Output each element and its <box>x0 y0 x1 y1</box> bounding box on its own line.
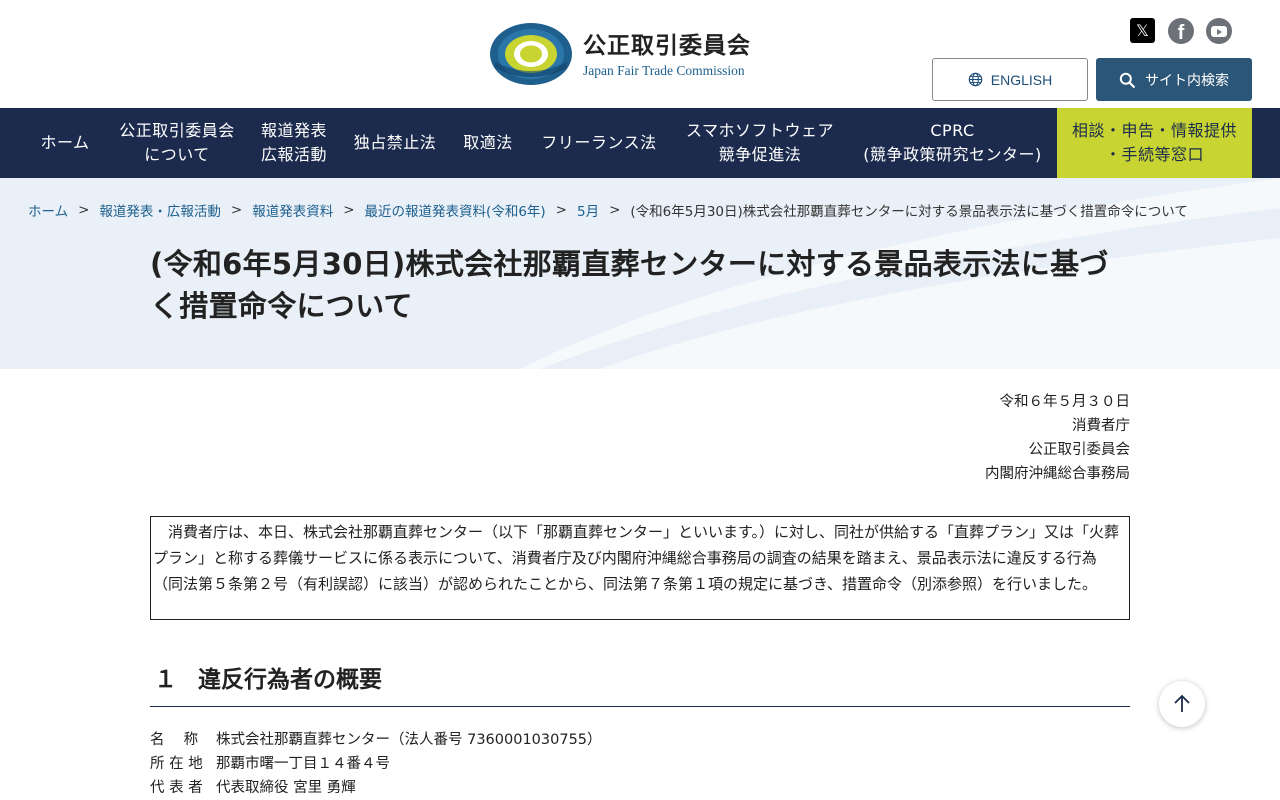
globe-icon <box>968 72 983 87</box>
detail-row: 代 表 者 代表取締役 宮里 勇輝 <box>150 776 602 800</box>
nav-item-antimonopoly[interactable]: 独占禁止法 <box>340 108 450 178</box>
site-search-button[interactable]: サイト内検索 <box>1096 58 1252 101</box>
breadcrumb-current: (令和6年5月30日)株式会社那覇直葬センターに対する景品表示法に基づく措置命令… <box>630 204 1188 220</box>
detail-row: 所 在 地 那覇市曙一丁目１４番４号 <box>150 752 602 776</box>
nav-label: 公正取引委員会 <box>119 121 235 140</box>
nav-label: ホーム <box>40 133 90 152</box>
arrow-up-icon <box>1174 694 1190 712</box>
breadcrumb-link[interactable]: 5月 <box>577 200 599 220</box>
detail-label: 名 称 <box>150 732 199 748</box>
nav-item-smartphone[interactable]: スマホソフトウェア 競争促進法 <box>672 108 848 178</box>
logo-english-name: Japan Fair Trade Commission <box>583 63 745 78</box>
global-nav: ホーム 公正取引委員会 について 報道発表広報活動 独占禁止法 取適法 フリーラン… <box>0 108 1280 178</box>
nav-label: CPRC <box>930 121 975 140</box>
nav-item-about[interactable]: 公正取引委員会 について <box>106 108 248 178</box>
detail-label: 代 表 者 <box>150 780 203 796</box>
breadcrumb-link[interactable]: ホーム <box>28 200 68 220</box>
nav-label: 独占禁止法 <box>353 133 437 152</box>
detail-row: 名 称 株式会社那覇直葬センター（法人番号 7360001030755） <box>150 728 602 752</box>
summary-box: 消費者庁は、本日、株式会社那覇直葬センター（以下「那覇直葬センター」といいます。… <box>150 516 1130 620</box>
nav-item-consultation[interactable]: 相談・申告・情報提供 ・手続等窓口 <box>1057 108 1252 178</box>
detail-value: 株式会社那覇直葬センター（法人番号 7360001030755） <box>216 732 602 748</box>
nav-label: 競争促進法 <box>718 145 802 164</box>
english-label: ENGLISH <box>990 71 1053 88</box>
detail-label: 所 在 地 <box>150 756 203 772</box>
page-title-line1: (令和6年5月30日)株式会社那覇直葬センターに対する景品表示法に基づ <box>150 247 1109 281</box>
page-title: (令和6年5月30日)株式会社那覇直葬センターに対する景品表示法に基づ く措置命… <box>150 243 1130 327</box>
nav-item-torihiki[interactable]: 取適法 <box>450 108 526 178</box>
nav-label: 取適法 <box>463 133 513 152</box>
release-date: 令和６年５月３０日 <box>999 394 1131 410</box>
breadcrumb-link[interactable]: 報道発表資料 <box>252 200 333 220</box>
breadcrumb-separator: > <box>230 202 243 218</box>
x-twitter-icon[interactable]: 𝕏 <box>1130 18 1155 43</box>
jftc-emblem-icon <box>489 22 573 86</box>
english-button[interactable]: ENGLISH <box>932 58 1088 101</box>
violator-details: 名 称 株式会社那覇直葬センター（法人番号 7360001030755） 所 在… <box>150 728 602 800</box>
breadcrumb-link[interactable]: 最近の報道発表資料(令和6年) <box>365 200 546 220</box>
issuer-block: 令和６年５月３０日 消費者庁 公正取引委員会 内閣府沖縄総合事務局 <box>840 390 1130 486</box>
breadcrumb-separator: > <box>78 202 90 218</box>
site-header: 公正取引委員会 Japan Fair Trade Commission 𝕏 f … <box>0 0 1280 108</box>
search-label: サイト内検索 <box>1145 72 1229 89</box>
nav-item-home[interactable]: ホーム <box>25 108 105 178</box>
issuer-agency: 消費者庁 <box>1072 418 1130 434</box>
breadcrumb: ホーム > 報道発表・広報活動 > 報道発表資料 > 最近の報道発表資料(令和6… <box>28 200 1188 220</box>
section-number: １ <box>154 667 177 693</box>
site-logo[interactable]: 公正取引委員会 Japan Fair Trade Commission <box>489 22 751 86</box>
section-title: 違反行為者の概要 <box>198 667 382 693</box>
back-to-top-button[interactable] <box>1159 681 1205 727</box>
nav-item-cprc[interactable]: CPRC (競争政策研究センター) <box>848 108 1057 178</box>
nav-label: 相談・申告・情報提供 <box>1071 121 1237 140</box>
facebook-icon[interactable]: f <box>1168 18 1194 44</box>
breadcrumb-separator: > <box>609 202 621 218</box>
breadcrumb-link[interactable]: 報道発表・広報活動 <box>99 200 221 220</box>
section-heading: １ 違反行為者の概要 <box>150 664 1130 707</box>
nav-label: 広報活動 <box>260 145 327 164</box>
breadcrumb-separator: > <box>555 202 567 218</box>
nav-label: フリーランス法 <box>541 133 657 152</box>
nav-label: 報道発表 <box>260 121 327 140</box>
issuer-agency: 内閣府沖縄総合事務局 <box>985 466 1130 482</box>
nav-label: について <box>144 145 210 164</box>
search-icon <box>1119 72 1135 88</box>
detail-value: 那覇市曙一丁目１４番４号 <box>216 756 390 772</box>
detail-value: 代表取締役 宮里 勇輝 <box>216 780 356 796</box>
nav-item-press[interactable]: 報道発表 広報活動 <box>248 108 340 178</box>
youtube-icon[interactable] <box>1206 18 1232 44</box>
nav-label: (競争政策研究センター) <box>863 145 1042 164</box>
page-title-line2: く措置命令について <box>150 289 413 323</box>
nav-label: ・手続等窓口 <box>1104 145 1204 164</box>
breadcrumb-separator: > <box>343 202 355 218</box>
issuer-agency: 公正取引委員会 <box>1028 442 1131 458</box>
logo-japanese-name: 公正取引委員会 <box>583 33 751 59</box>
nav-item-freelance[interactable]: フリーランス法 <box>526 108 672 178</box>
nav-label: スマホソフトウェア <box>685 121 835 140</box>
